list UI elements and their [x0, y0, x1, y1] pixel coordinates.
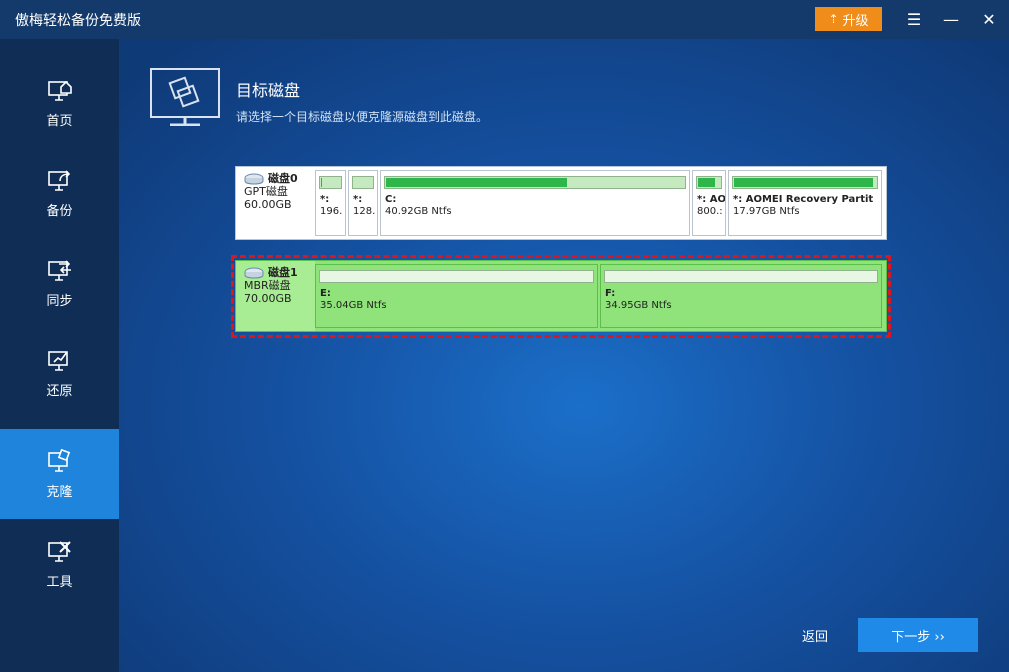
disk-name: 磁盘0 — [268, 172, 298, 185]
usage-bar — [319, 176, 342, 189]
partition[interactable]: *: 196. — [315, 170, 346, 236]
partition-size: 128. — [353, 206, 376, 217]
next-button[interactable]: 下一步 ›› — [858, 618, 978, 652]
disk-size: 70.00GB — [244, 292, 292, 305]
sidebar-item-backup[interactable]: 备份 — [0, 148, 119, 238]
sidebar-item-tools[interactable]: 工具 — [0, 519, 119, 609]
sidebar-item-label: 首页 — [46, 113, 73, 129]
usage-bar — [696, 176, 722, 189]
sidebar-item-home[interactable]: 首页 — [0, 58, 119, 148]
sidebar-item-label: 克隆 — [46, 484, 73, 500]
minimize-icon[interactable]: — — [940, 8, 962, 30]
partition-size: 40.92GB Ntfs — [385, 206, 452, 217]
partition-size: 34.95GB Ntfs — [605, 300, 672, 311]
usage-fill — [698, 178, 716, 187]
partition-size: 35.04GB Ntfs — [320, 300, 387, 311]
sidebar-item-label: 还原 — [46, 383, 73, 399]
app-title: 傲梅轻松备份免费版 — [15, 13, 141, 29]
partition-label: E: — [320, 288, 331, 299]
partition-label: F: — [605, 288, 616, 299]
usage-fill — [734, 178, 874, 187]
disk-type: MBR磁盘 — [244, 279, 291, 292]
back-button[interactable]: 返回 — [802, 626, 828, 645]
partition[interactable]: *: 128. — [348, 170, 378, 236]
usage-bar — [352, 176, 374, 189]
partition[interactable]: F: 34.95GB Ntfs — [600, 264, 882, 328]
partition-label: *: AOMEI Recovery Partit — [733, 194, 874, 205]
upgrade-label: 升级 — [842, 13, 869, 29]
disk-row-disk0[interactable]: 磁盘0 GPT磁盘 60.00GB *: 196. *: 128. C: 40.… — [235, 166, 887, 240]
disk-size: 60.00GB — [244, 198, 292, 211]
usage-fill — [386, 178, 567, 187]
usage-bar — [732, 176, 878, 189]
sidebar-item-restore[interactable]: 还原 — [0, 328, 119, 418]
disk-icon — [244, 173, 264, 185]
partition-label: *: AO — [697, 194, 726, 205]
backup-icon — [47, 169, 70, 191]
partition-size: 196. — [320, 206, 343, 217]
sidebar-item-label: 同步 — [46, 293, 73, 309]
close-icon[interactable]: ✕ — [978, 8, 1000, 30]
sidebar-item-clone[interactable]: 克隆 — [0, 429, 119, 519]
main-content: 目标磁盘 请选择一个目标磁盘以便克隆源磁盘到此磁盘。 磁盘0 GPT磁盘 60.… — [119, 39, 1009, 672]
partition-label: *: — [353, 194, 363, 205]
disk-icon — [244, 267, 264, 279]
partition[interactable]: *: AO 800.: — [692, 170, 726, 236]
disk-name: 磁盘1 — [268, 266, 298, 279]
sync-icon — [47, 259, 71, 281]
partition-size: 800.: — [697, 206, 723, 217]
clone-icon — [47, 448, 70, 472]
sidebar: 首页 备份 同步 还原 克隆 工具 — [0, 39, 119, 672]
sidebar-item-sync[interactable]: 同步 — [0, 238, 119, 328]
partition[interactable]: *: AOMEI Recovery Partit 17.97GB Ntfs — [728, 170, 882, 236]
sidebar-item-label: 备份 — [46, 203, 73, 219]
disk-info: 磁盘0 GPT磁盘 60.00GB — [236, 167, 315, 239]
tools-icon — [47, 540, 71, 562]
sidebar-item-label: 工具 — [46, 574, 73, 590]
upgrade-button[interactable]: ⇡ 升级 — [815, 7, 882, 31]
partition-label: C: — [385, 194, 397, 205]
title-bar: 傲梅轻松备份免费版 ⇡ 升级 ☰ — ✕ — [0, 0, 1009, 39]
home-icon — [47, 80, 72, 101]
usage-bar — [604, 270, 878, 283]
restore-icon — [47, 350, 68, 371]
menu-icon[interactable]: ☰ — [903, 8, 925, 30]
page-title: 目标磁盘 — [236, 81, 301, 100]
usage-bar — [319, 270, 594, 283]
disk-row-disk1[interactable]: 磁盘1 MBR磁盘 70.00GB E: 35.04GB Ntfs F: 34.… — [235, 260, 887, 332]
partition-size: 17.97GB Ntfs — [733, 206, 800, 217]
partition[interactable]: C: 40.92GB Ntfs — [380, 170, 690, 236]
partition-label: *: — [320, 194, 330, 205]
target-disk-icon — [150, 68, 220, 126]
upgrade-arrow-icon: ⇡ — [828, 12, 839, 26]
partition[interactable]: E: 35.04GB Ntfs — [315, 264, 598, 328]
usage-bar — [384, 176, 686, 189]
disk-info: 磁盘1 MBR磁盘 70.00GB — [236, 261, 315, 331]
disk-type: GPT磁盘 — [244, 185, 288, 198]
page-subtitle: 请选择一个目标磁盘以便克隆源磁盘到此磁盘。 — [236, 110, 489, 124]
